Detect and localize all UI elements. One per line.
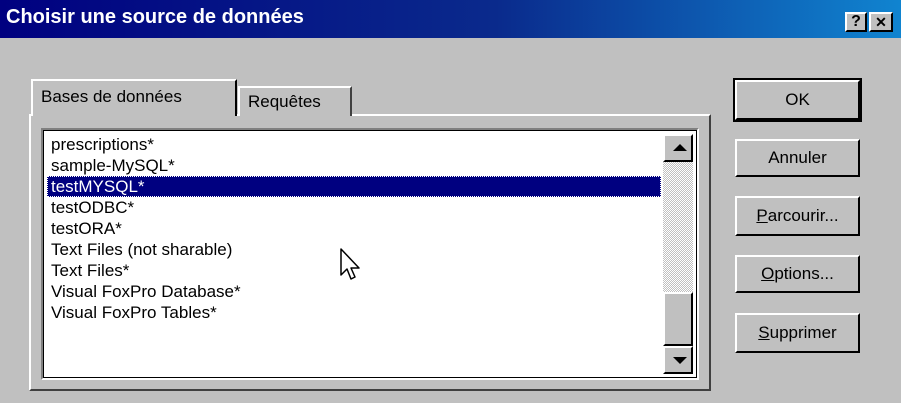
list-item[interactable]: testODBC* (47, 197, 661, 218)
options-button[interactable]: Options... (735, 255, 860, 293)
list-item[interactable]: Visual FoxPro Tables* (47, 302, 661, 323)
arrow-up-icon (673, 144, 687, 151)
tab-queries-label: Requêtes (248, 92, 321, 111)
cancel-button[interactable]: Annuler (735, 139, 860, 177)
ok-button[interactable]: OK (733, 78, 862, 122)
vertical-scrollbar[interactable] (663, 134, 693, 374)
ok-button-label: OK (785, 90, 810, 109)
close-icon: ✕ (875, 14, 887, 30)
data-source-list: prescriptions* sample-MySQL* testMYSQL* … (47, 134, 661, 323)
delete-button-label: Supprimer (758, 323, 836, 342)
options-label-rest: ptions... (774, 264, 834, 283)
title-bar: Choisir une source de données ? ✕ (0, 0, 901, 38)
options-mnemonic: O (761, 264, 775, 283)
browse-button-label: Parcourir... (756, 206, 838, 225)
options-button-label: Options... (761, 264, 834, 283)
list-item-selected[interactable]: testMYSQL* (47, 176, 661, 197)
delete-button[interactable]: Supprimer (735, 313, 860, 353)
tab-queries[interactable]: Requêtes (238, 86, 352, 116)
browse-button[interactable]: Parcourir... (735, 196, 860, 236)
arrow-down-icon (673, 357, 687, 364)
tab-databases-label: Bases de données (41, 87, 182, 106)
data-source-listbox[interactable]: prescriptions* sample-MySQL* testMYSQL* … (41, 128, 699, 380)
delete-mnemonic: S (758, 323, 770, 342)
cancel-button-label: Annuler (768, 148, 827, 167)
scroll-thumb[interactable] (663, 292, 693, 346)
browse-mnemonic: P (756, 206, 768, 225)
scroll-up-button[interactable] (663, 134, 693, 162)
window-title: Choisir une source de données (6, 6, 304, 28)
list-item[interactable]: prescriptions* (47, 134, 661, 155)
scroll-down-button[interactable] (663, 346, 693, 374)
help-button[interactable]: ? (845, 12, 867, 32)
list-item[interactable]: Visual FoxPro Database* (47, 281, 661, 302)
list-item[interactable]: sample-MySQL* (47, 155, 661, 176)
mouse-cursor-icon (340, 248, 360, 280)
close-button[interactable]: ✕ (869, 12, 893, 32)
list-item[interactable]: testORA* (47, 218, 661, 239)
help-icon: ? (851, 13, 861, 30)
browse-label-rest: arcourir... (767, 206, 839, 225)
tab-databases[interactable]: Bases de données (31, 79, 237, 116)
delete-label-rest: upprimer (769, 323, 837, 342)
